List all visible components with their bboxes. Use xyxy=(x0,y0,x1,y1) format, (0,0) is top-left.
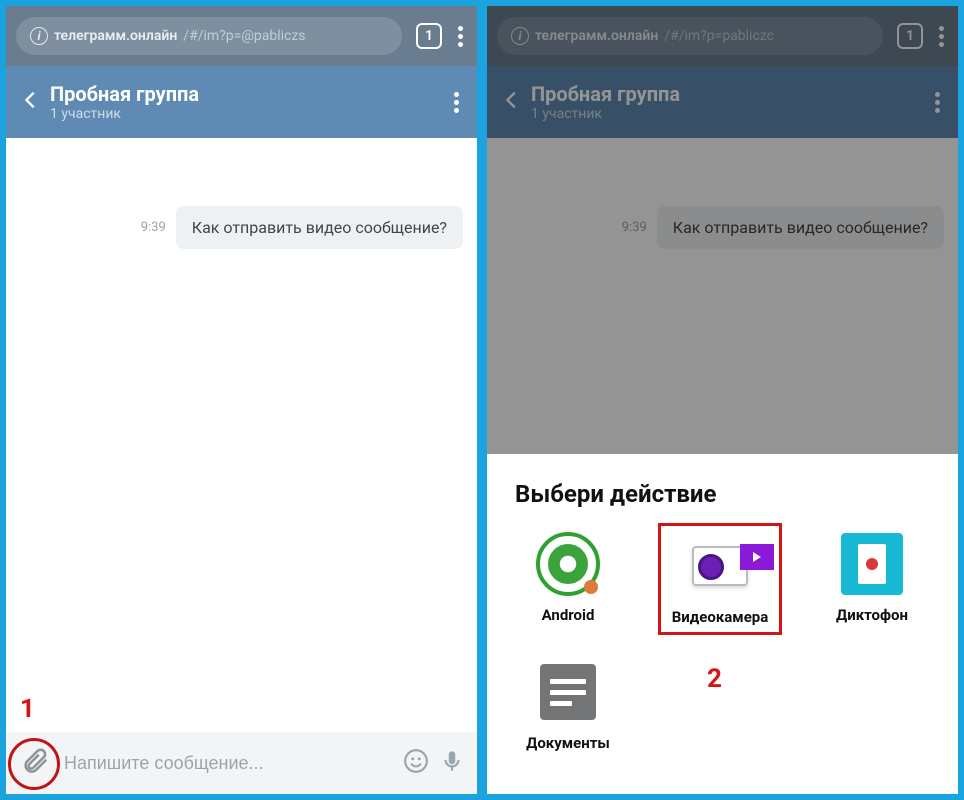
sheet-item-label: Видеокамера xyxy=(672,608,769,626)
mic-icon[interactable] xyxy=(439,748,465,778)
screen-left: i телеграмм.онлайн /#/im?p=@pabliczs 1 Пр… xyxy=(6,6,477,794)
url-path: /#/im?p=@pabliczs xyxy=(183,28,305,44)
message-input[interactable] xyxy=(64,753,393,774)
browser-bar: i телеграмм.онлайн /#/im?p=pabliczc 1 xyxy=(487,6,958,66)
chat-subtitle: 1 участник xyxy=(50,106,438,122)
url-host: телеграмм.онлайн xyxy=(535,28,658,44)
back-icon[interactable] xyxy=(501,89,523,115)
chat-title: Пробная группа xyxy=(50,82,438,106)
chat-header-text[interactable]: Пробная группа 1 участник xyxy=(531,82,919,122)
sheet-item-android[interactable]: Android xyxy=(513,530,623,628)
info-icon: i xyxy=(511,27,529,45)
annotation-2: 2 xyxy=(707,664,722,694)
annotation-1: 1 xyxy=(20,694,35,724)
url-box[interactable]: i телеграмм.онлайн /#/im?p=pabliczc xyxy=(497,17,883,55)
url-host: телеграмм.онлайн xyxy=(54,28,177,44)
message-row: 9:39 Как отправить видео сообщение? xyxy=(501,206,944,249)
message-bubble[interactable]: Как отправить видео сообщение? xyxy=(657,206,944,249)
chat-title: Пробная группа xyxy=(531,82,919,106)
chat-menu-icon[interactable] xyxy=(454,92,459,113)
sheet-item-label: Android xyxy=(542,606,595,624)
browser-menu-icon[interactable] xyxy=(939,26,944,47)
input-bar xyxy=(6,732,477,794)
message-time: 9:39 xyxy=(622,220,647,235)
sheet-item-label: Документы xyxy=(526,734,610,752)
sheet-item-videocamera[interactable]: Видеокамера xyxy=(665,530,775,628)
sheet-item-dictaphone[interactable]: Диктофон xyxy=(817,530,927,628)
chat-header: Пробная группа 1 участник xyxy=(6,66,477,138)
message-row: 9:39 Как отправить видео сообщение? xyxy=(20,206,463,249)
browser-bar: i телеграмм.онлайн /#/im?p=@pabliczs 1 xyxy=(6,6,477,66)
sheet-grid: Android Видеокамера Диктофон Документы xyxy=(507,530,938,752)
android-icon xyxy=(534,530,602,598)
action-sheet: Выбери действие Android Видеокамера Дикт… xyxy=(487,454,958,794)
message-bubble[interactable]: Как отправить видео сообщение? xyxy=(176,206,463,249)
document-icon xyxy=(534,658,602,726)
message-time: 9:39 xyxy=(141,220,166,235)
sheet-title: Выбери действие xyxy=(515,480,938,508)
chat-body: 9:39 Как отправить видео сообщение? 1 xyxy=(6,138,477,732)
videocamera-icon xyxy=(686,532,754,600)
sheet-item-documents[interactable]: Документы xyxy=(513,658,623,752)
screen-right: i телеграмм.онлайн /#/im?p=pabliczc 1 Про… xyxy=(487,6,958,794)
emoji-icon[interactable] xyxy=(403,748,429,778)
tab-count[interactable]: 1 xyxy=(897,23,923,49)
sheet-item-label: Диктофон xyxy=(836,606,908,624)
back-icon[interactable] xyxy=(20,89,42,115)
url-box[interactable]: i телеграмм.онлайн /#/im?p=@pabliczs xyxy=(16,17,402,55)
attach-icon[interactable] xyxy=(20,746,50,780)
browser-menu-icon[interactable] xyxy=(458,26,463,47)
chat-menu-icon[interactable] xyxy=(935,92,940,113)
tab-count[interactable]: 1 xyxy=(416,23,442,49)
chat-subtitle: 1 участник xyxy=(531,106,919,122)
chat-header-text[interactable]: Пробная группа 1 участник xyxy=(50,82,438,122)
chat-header: Пробная группа 1 участник xyxy=(487,66,958,138)
info-icon: i xyxy=(30,27,48,45)
dictaphone-icon xyxy=(838,530,906,598)
url-path: /#/im?p=pabliczc xyxy=(664,28,774,44)
